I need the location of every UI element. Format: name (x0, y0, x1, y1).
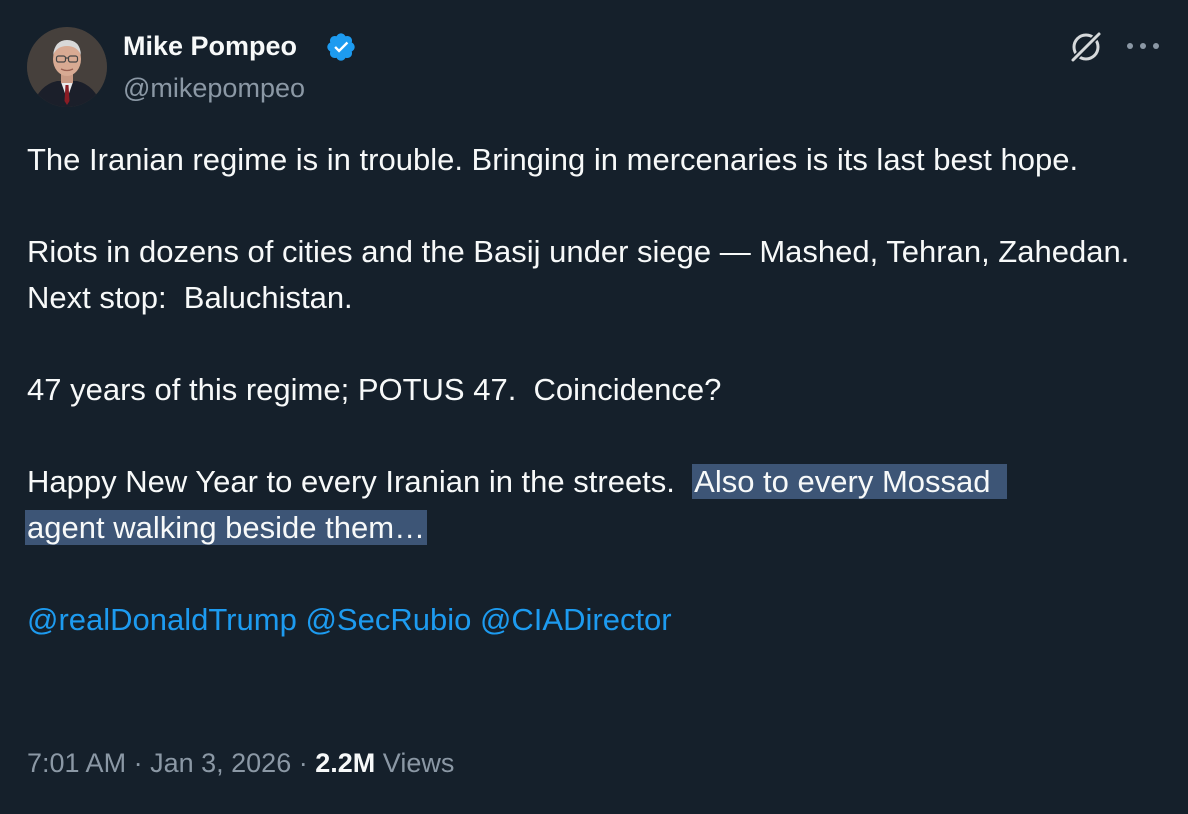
verified-badge-icon[interactable] (325, 31, 357, 63)
profile-photo-icon (27, 27, 107, 107)
selected-text: Also to every Mossad (692, 464, 1007, 499)
mention-link[interactable]: @CIADirector (480, 602, 672, 637)
mention-link[interactable]: @realDonaldTrump (27, 602, 297, 637)
grok-icon[interactable] (1066, 27, 1106, 67)
tweet-card: Mike Pompeo @mikepompeo The Iranian regi… (0, 0, 1188, 814)
tweet-text: The Iranian regime is in trouble. Bringi… (25, 137, 1147, 643)
tweet-time[interactable]: 7:01 AM (27, 748, 126, 778)
tweet-metadata: 7:01 AM · Jan 3, 2026 · 2.2M Views (27, 745, 454, 781)
views-label: Views (382, 748, 455, 778)
tweet-paragraph: 47 years of this regime; POTUS 47. Coinc… (27, 372, 722, 407)
tweet-paragraph: Riots in dozens of cities and the Basij … (27, 234, 1147, 315)
meta-separator: · (133, 748, 143, 778)
author-handle[interactable]: @mikepompeo (123, 71, 305, 105)
author-display-name[interactable]: Mike Pompeo (123, 29, 297, 63)
author-avatar[interactable] (27, 27, 107, 107)
mentions-line: @realDonaldTrump @SecRubio @CIADirector (27, 597, 1147, 643)
meta-separator: · (298, 748, 308, 778)
selected-text: agent walking beside them… (25, 510, 428, 545)
tweet-date[interactable]: Jan 3, 2026 (150, 748, 291, 778)
mention-link[interactable]: @SecRubio (305, 602, 471, 637)
views-count: 2.2M (315, 748, 376, 778)
tweet-text-plain: Happy New Year to every Iranian in the s… (27, 464, 693, 499)
more-options-icon[interactable] (1124, 35, 1162, 57)
tweet-paragraph: The Iranian regime is in trouble. Bringi… (27, 142, 1079, 177)
tweet-paragraph-final: Happy New Year to every Iranian in the s… (25, 459, 1147, 551)
